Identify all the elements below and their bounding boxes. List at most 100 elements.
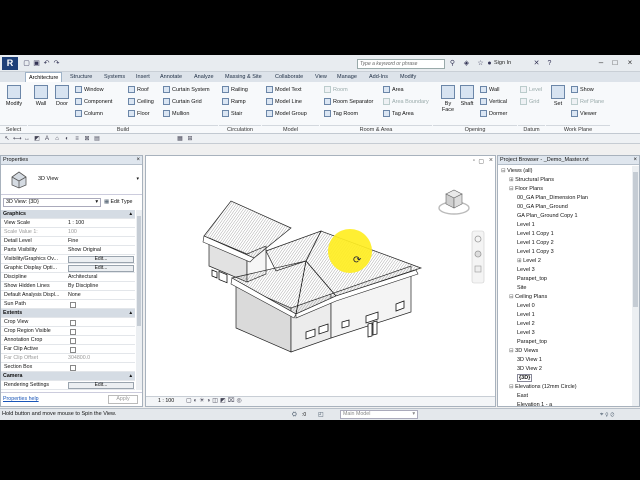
browser-item[interactable]: {3D}	[517, 374, 533, 383]
browser-scrollbar[interactable]	[632, 166, 639, 406]
dimension-icon[interactable]: ↔	[23, 135, 31, 143]
maximize-icon[interactable]: □	[610, 58, 620, 68]
browser-item[interactable]: GA Plan_Ground Copy 1	[517, 212, 578, 221]
tab-architecture[interactable]: Architecture	[25, 72, 63, 82]
selection-icons[interactable]: ⌖⚲⊘	[600, 410, 616, 420]
browser-item[interactable]: ⊟ Floor Plans	[509, 185, 543, 194]
browser-item[interactable]: East	[517, 392, 528, 401]
user-icon[interactable]: ●	[485, 59, 494, 68]
shaft-button[interactable]: Shaft	[457, 85, 477, 107]
browser-item[interactable]: Level 2	[517, 320, 535, 329]
browser-item[interactable]: ⊟ 3D Views	[509, 347, 538, 356]
edit-button[interactable]: Edit...	[68, 256, 134, 263]
pointer-icon[interactable]: ↖	[3, 135, 11, 143]
modify-button[interactable]: Modify	[4, 85, 24, 107]
navigation-bar[interactable]	[471, 230, 485, 284]
property-value[interactable]: Fine	[68, 237, 78, 246]
collapse-icon[interactable]: ▴	[129, 309, 132, 318]
browser-item[interactable]: ⊟ Ceiling Plans	[509, 293, 547, 302]
curtain-system-button[interactable]: Curtain System	[163, 86, 210, 94]
tab-add-ins[interactable]: Add-Ins	[366, 72, 391, 82]
binoculars-icon[interactable]: ⚲	[448, 59, 457, 68]
tab-structure[interactable]: Structure	[67, 72, 95, 82]
browser-item[interactable]: Parapet_top	[517, 338, 547, 347]
active-workset-select[interactable]: Main Model ▾	[340, 410, 418, 419]
property-value[interactable]: Show Original	[68, 246, 101, 255]
browser-item[interactable]: 3D View 1	[517, 356, 542, 365]
tag-icon[interactable]: ◩	[33, 135, 41, 143]
browser-item[interactable]: Level 3	[517, 266, 535, 275]
mullion-button[interactable]: Mullion	[163, 110, 189, 118]
sign-in-button[interactable]: Sign In	[494, 60, 511, 66]
property-category[interactable]: Graphics ▴	[1, 210, 135, 219]
ref-plane-button[interactable]: Ref Plane	[571, 98, 604, 106]
property-value[interactable]: None	[68, 291, 81, 300]
property-checkbox[interactable]	[70, 320, 76, 326]
search-input[interactable]: Type a keyword or phrase	[357, 59, 445, 69]
undo-icon[interactable]: ↶	[42, 59, 51, 68]
close-icon[interactable]: ×	[136, 156, 140, 165]
roof-button[interactable]: Roof	[128, 86, 149, 94]
window-button[interactable]: Window	[75, 86, 104, 94]
properties-help-link[interactable]: Properties help	[3, 396, 39, 402]
collapse-icon[interactable]: ▴	[129, 210, 132, 219]
view-cube[interactable]	[438, 189, 470, 215]
component-button[interactable]: Component	[75, 98, 112, 106]
tab-collaborate[interactable]: Collaborate	[272, 72, 306, 82]
exchange-icon[interactable]: ✕	[532, 59, 541, 68]
property-value[interactable]: Architectural	[68, 273, 97, 282]
property-value[interactable]: 304800.0	[68, 354, 90, 363]
subscription-icon[interactable]: ◈	[462, 59, 471, 68]
wall-button[interactable]: Wall	[31, 85, 51, 107]
tab-annotate[interactable]: Annotate	[157, 72, 185, 82]
instance-selector[interactable]: 3D View: {3D} ▾	[3, 198, 101, 207]
edit-button[interactable]: Edit...	[68, 382, 134, 389]
type-selector[interactable]: 3D View ▾	[1, 165, 142, 195]
show-work-plane-button[interactable]: Show	[571, 86, 594, 94]
browser-item[interactable]: Level 1 Copy 2	[517, 239, 554, 248]
browser-item[interactable]: ⊟ Elevations (12mm Circle)	[509, 383, 577, 392]
view-scale[interactable]: 1 : 100	[158, 398, 174, 404]
text-icon[interactable]: A	[43, 135, 51, 143]
minimize-icon[interactable]: –	[596, 58, 606, 68]
property-value[interactable]: 100	[68, 228, 77, 237]
browser-item[interactable]: Parapet_top	[517, 275, 547, 284]
tag-room-button[interactable]: Tag Room	[324, 110, 358, 118]
tab-massing-site[interactable]: Massing & Site	[222, 72, 265, 82]
browser-item[interactable]: 00_GA Plan_Dimension Plan	[517, 194, 588, 203]
column-button[interactable]: Column	[75, 110, 103, 118]
ceiling-button[interactable]: Ceiling	[128, 98, 154, 106]
close-icon[interactable]: ×	[633, 156, 637, 165]
star-icon[interactable]: ☆	[476, 59, 485, 68]
property-checkbox[interactable]	[70, 365, 76, 371]
property-value[interactable]: By Discipline	[68, 282, 98, 291]
open-icon[interactable]: ▢	[22, 59, 31, 68]
property-checkbox[interactable]	[70, 338, 76, 344]
browser-item[interactable]: ⊞ Level 2	[517, 257, 541, 266]
browser-item[interactable]: Level 1 Copy 3	[517, 248, 554, 257]
by-face-button[interactable]: By Face	[438, 85, 458, 113]
tag-area-button[interactable]: Tag Area	[383, 110, 414, 118]
properties-scrollbar[interactable]	[136, 210, 142, 390]
wall-opening-button[interactable]: Wall	[480, 86, 500, 94]
revit-logo-icon[interactable]: R	[2, 57, 18, 70]
save-icon[interactable]: ▣	[32, 59, 41, 68]
property-category[interactable]: Extents ▴	[1, 309, 135, 318]
browser-item[interactable]: Site	[517, 284, 526, 293]
view-control-icons[interactable]: ▢◐☀◑◫◩⌧◎	[186, 397, 244, 404]
browser-item[interactable]: Level 1 Copy 1	[517, 230, 554, 239]
viewer-button[interactable]: Viewer	[571, 110, 597, 118]
apply-button[interactable]: Apply	[108, 395, 138, 404]
browser-item[interactable]: Level 1	[517, 221, 535, 230]
area-button[interactable]: Area	[383, 86, 404, 94]
3d-viewport[interactable]: ▫ ▢ × ⟳ 1: 100 ▢◐☀◑◫◩⌧◎	[145, 155, 496, 407]
floor-button[interactable]: Floor	[128, 110, 150, 118]
worksets-icon[interactable]: ⛭	[292, 410, 297, 420]
redo-icon[interactable]: ↷	[52, 59, 61, 68]
tab-manage[interactable]: Manage	[334, 72, 360, 82]
dormer-button[interactable]: Dormer	[480, 110, 507, 118]
tab-view[interactable]: View	[312, 72, 330, 82]
measure-mode-icon[interactable]: ▦	[176, 135, 184, 143]
help-icon[interactable]: ?	[545, 59, 554, 68]
browser-item[interactable]: Level 1	[517, 311, 535, 320]
